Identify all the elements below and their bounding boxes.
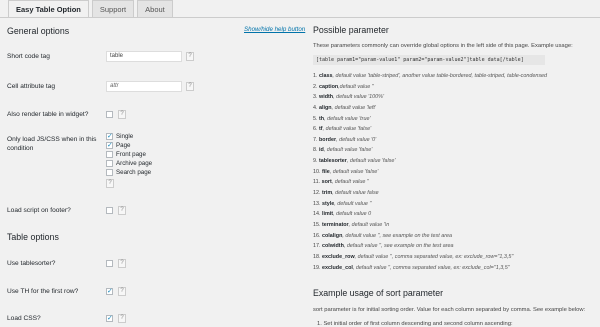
list-item: 13. style, default value '' xyxy=(313,200,372,207)
list-item: 10. file, default value 'false' xyxy=(313,168,379,175)
table-options-heading: Table options xyxy=(7,232,59,242)
condition-search-label: Search page xyxy=(116,169,152,176)
load-js-label-line2: condition xyxy=(7,145,34,152)
widget-label: Also render table in widget? xyxy=(7,111,89,118)
list-item: 8. id, default value 'false' xyxy=(313,147,373,154)
condition-archive-label: Archive page xyxy=(116,160,153,167)
sort-usage-heading: Example usage of sort parameter xyxy=(313,288,444,298)
short-code-input[interactable]: table xyxy=(106,51,182,62)
list-item: 4. align, default value 'left' xyxy=(313,104,376,111)
list-item: 3. width, default value '100%' xyxy=(313,94,384,101)
th-checkbox[interactable]: ✓ xyxy=(106,288,113,295)
list-item: 6. tf, default value 'false' xyxy=(313,126,372,133)
short-code-label: Short code tag xyxy=(7,53,50,60)
list-item: 12. trim, default value false xyxy=(313,190,379,197)
list-item: 14. limit, default value 0 xyxy=(313,211,372,218)
sort-usage-item: 1. Set initial order of first column des… xyxy=(317,321,513,327)
footer-help-button[interactable]: ? xyxy=(118,206,126,215)
list-item: 2. caption,default value '' xyxy=(313,83,374,90)
condition-front-page-checkbox[interactable] xyxy=(106,151,113,158)
footer-label: Load script on footer? xyxy=(7,207,71,214)
cell-attr-label: Cell attribute tag xyxy=(7,83,56,90)
condition-page-label: Page xyxy=(116,142,131,149)
cell-attr-input[interactable]: attr xyxy=(106,81,182,92)
possible-parameter-intro: These parameters commonly can override g… xyxy=(313,43,573,49)
css-help-button[interactable]: ? xyxy=(118,314,126,323)
tab-support[interactable]: Support xyxy=(91,0,135,17)
condition-archive-checkbox[interactable] xyxy=(106,160,113,167)
possible-parameter-heading: Possible parameter xyxy=(313,25,389,35)
condition-search-checkbox[interactable] xyxy=(106,169,113,176)
condition-front-page-label: Front page xyxy=(116,151,146,158)
list-item: 19. exclude_col, default value '', comma… xyxy=(313,264,510,271)
tablesorter-help-button[interactable]: ? xyxy=(118,259,126,268)
widget-checkbox[interactable] xyxy=(106,111,113,118)
sort-usage-intro: sort parameter is for initial sorting or… xyxy=(313,307,586,313)
list-item: 7. border, default value '0' xyxy=(313,136,377,143)
list-item: 1. class, default value 'table-striped',… xyxy=(313,73,548,79)
list-item: 18. exclude_row, default value '', comma… xyxy=(313,253,514,260)
list-item: 9. tablesorter, default value 'false' xyxy=(313,158,396,165)
th-help-button[interactable]: ? xyxy=(118,287,126,296)
conditions-help-button[interactable]: ? xyxy=(106,179,114,188)
condition-single-label: Single xyxy=(116,133,134,140)
list-item: 5. th, default value 'true' xyxy=(313,115,371,122)
list-item: 16. colalign, default value '', see exam… xyxy=(313,232,453,239)
load-js-label-line1: Only load JS/CSS when in this xyxy=(7,136,97,143)
list-item: 11. sort, default value '' xyxy=(313,179,369,186)
th-label: Use TH for the first row? xyxy=(7,288,79,295)
css-checkbox[interactable]: ✓ xyxy=(106,315,113,322)
tablesorter-checkbox[interactable] xyxy=(106,260,113,267)
list-item: 17. colwidth, default value '', see exam… xyxy=(313,243,454,250)
css-label: Load CSS? xyxy=(7,315,41,322)
options-panel: General options Show/hide help button Sh… xyxy=(0,18,310,327)
parameter-list: 1. class, default value 'table-striped',… xyxy=(313,73,547,275)
tab-bar: Easy Table Option Support About xyxy=(8,0,176,17)
cell-attr-help-button[interactable]: ? xyxy=(186,82,194,91)
widget-help-button[interactable]: ? xyxy=(118,110,126,119)
help-panel: Possible parameter These parameters comm… xyxy=(313,18,600,327)
tablesorter-label: Use tablesorter? xyxy=(7,260,56,267)
tab-easy-table-option[interactable]: Easy Table Option xyxy=(8,0,89,17)
general-options-heading: General options xyxy=(7,26,70,36)
condition-single-checkbox[interactable]: ✓ xyxy=(106,133,113,140)
example-code: [table param1="param-value1" param2="par… xyxy=(313,55,545,65)
short-code-help-button[interactable]: ? xyxy=(186,52,194,61)
condition-page-checkbox[interactable]: ✓ xyxy=(106,142,113,149)
help-toggle-link[interactable]: Show/hide help button xyxy=(244,26,305,33)
list-item: 15. terminator, default value '\n xyxy=(313,221,390,228)
footer-checkbox[interactable] xyxy=(106,207,113,214)
tab-about[interactable]: About xyxy=(137,0,173,17)
